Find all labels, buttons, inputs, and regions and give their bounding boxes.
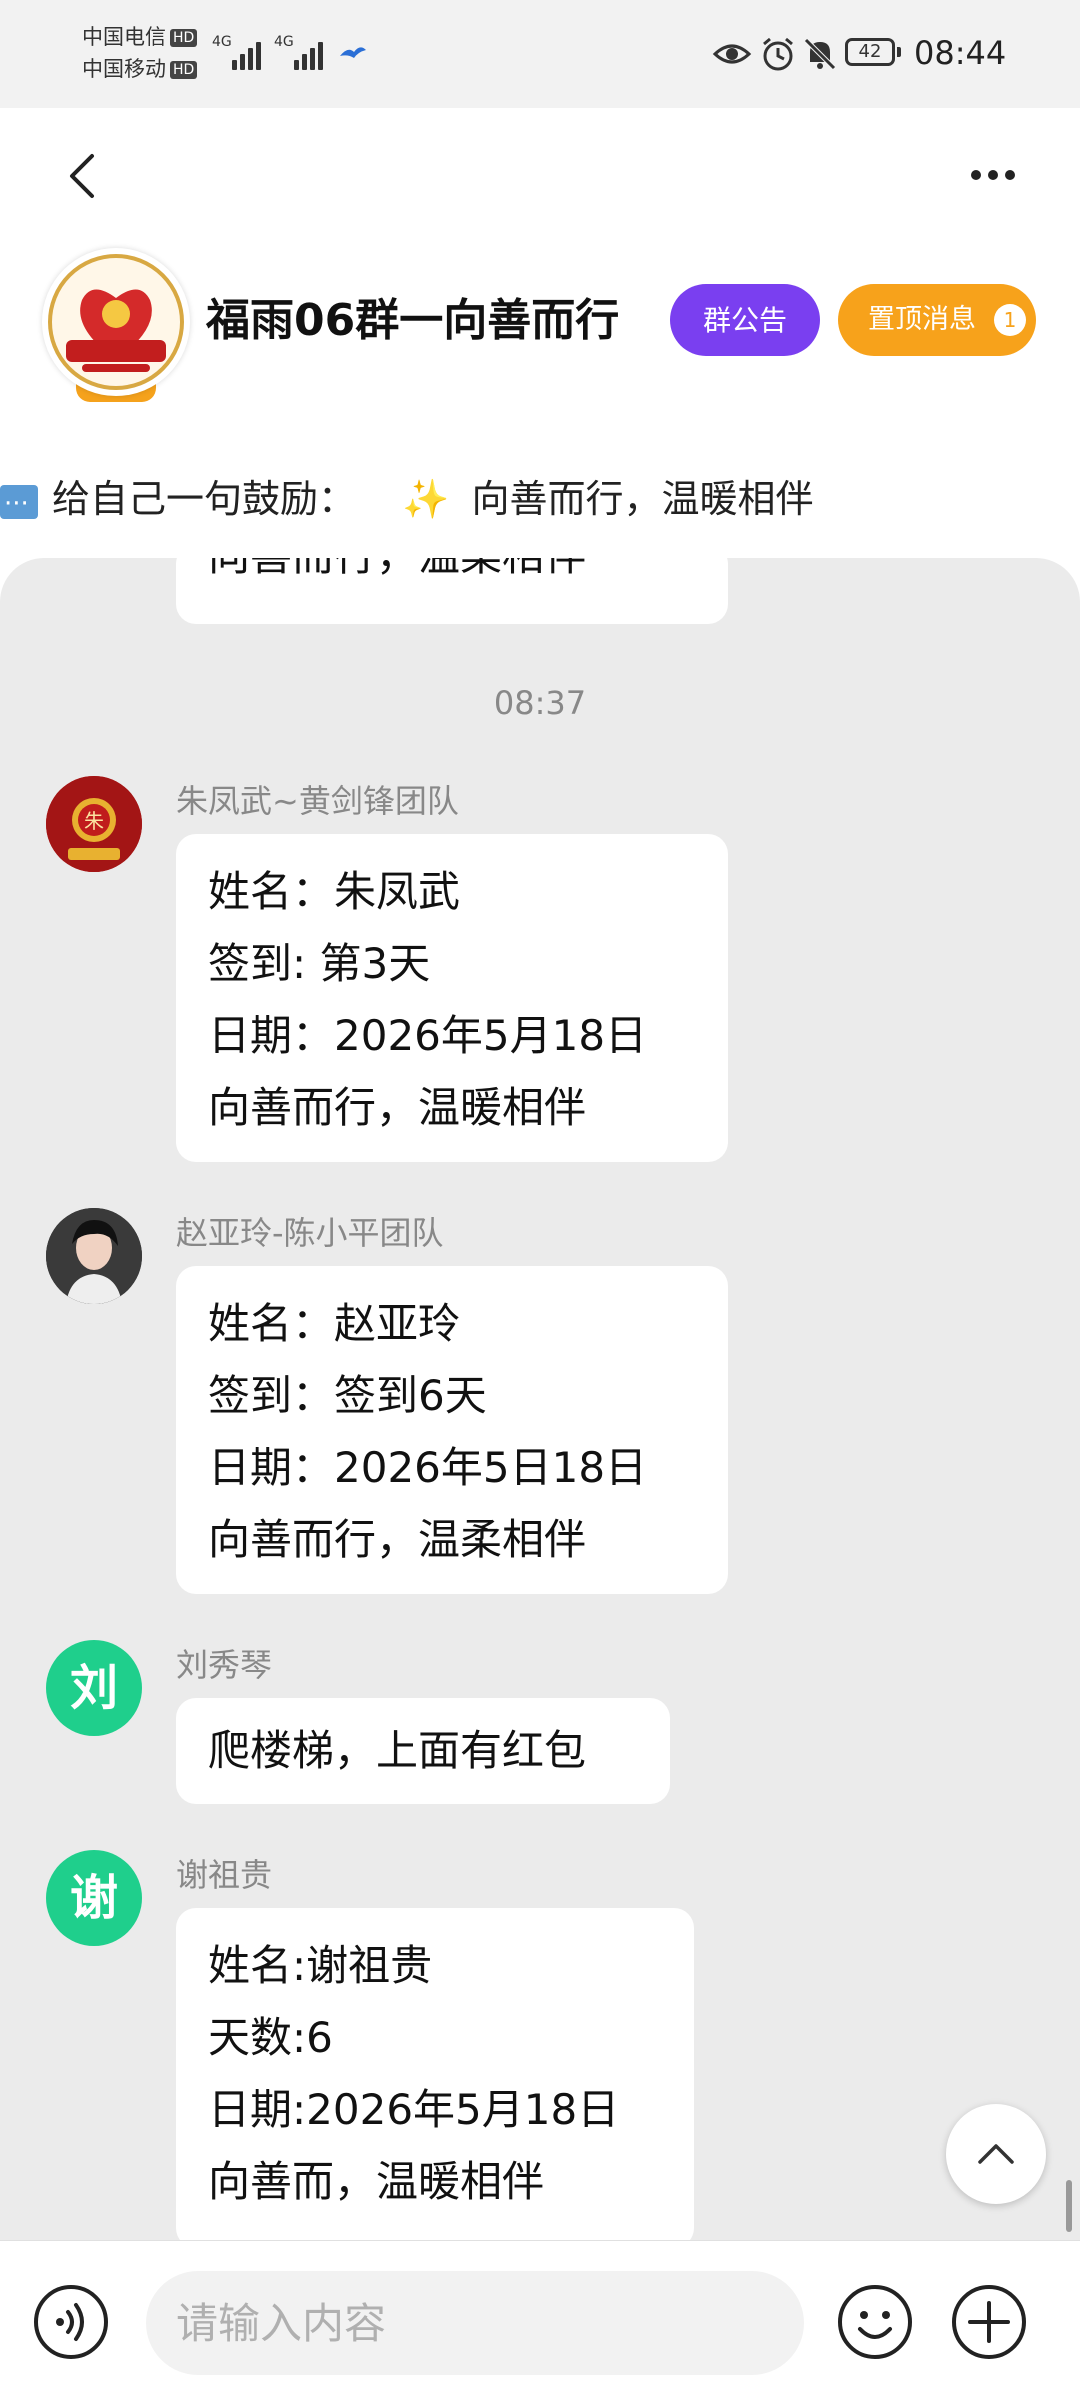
signal-2-icon <box>294 36 323 70</box>
emoji-icon[interactable] <box>836 2283 914 2361</box>
carrier-1: 中国电信 HD <box>82 24 198 50</box>
avatar[interactable]: 刘 <box>46 1640 142 1736</box>
avatar[interactable]: 谢 <box>46 1850 142 1946</box>
plus-icon[interactable] <box>950 2283 1028 2361</box>
back-arrow-icon[interactable] <box>62 150 102 202</box>
network-type-2: 4G <box>274 34 294 50</box>
network-type-1: 4G <box>212 34 232 50</box>
scroll-to-top-button[interactable] <box>946 2104 1046 2204</box>
battery-icon: 42 <box>845 38 901 66</box>
message-bubble[interactable]: 向善而行，温柔相伴 <box>176 558 728 624</box>
message-bubble[interactable]: 姓名：朱凤武 签到: 第3天 日期：2026年5月18日 向善而行，温暖相伴 <box>176 834 728 1162</box>
message-bubble[interactable]: 姓名：赵亚玲 签到：签到6天 日期：2026年5日18日 向善而行，温柔相伴 <box>176 1266 728 1594</box>
red-seal-avatar-icon: 朱 <box>46 776 142 872</box>
message-timestamp: 08:37 <box>493 684 587 722</box>
user-photo-icon <box>46 1208 142 1304</box>
pinned-count-badge: 1 <box>994 304 1026 336</box>
chat-bubble-icon <box>0 477 38 531</box>
group-logo-icon <box>48 254 184 390</box>
status-bar: 中国电信 HD 中国移动 HD 4G 4G 42 08:44 <box>0 0 1080 108</box>
mute-bell-icon <box>804 38 836 70</box>
message-bubble[interactable]: 姓名:谢祖贵 天数:6 日期:2026年5月18日 向善而，温暖相伴 <box>176 1908 694 2240</box>
message-bubble[interactable]: 爬楼梯，上面有红包 <box>176 1698 670 1804</box>
signal-1-icon <box>232 36 261 70</box>
sender-name: 赵亚玲-陈小平团队 <box>176 1214 444 1252</box>
clock: 08:44 <box>914 34 1007 72</box>
pinned-messages-label: 置顶消息 <box>868 304 976 335</box>
carrier-2: 中国移动 HD <box>82 56 198 82</box>
input-bar <box>0 2240 1080 2401</box>
scrollbar[interactable] <box>1066 2180 1072 2232</box>
group-avatar[interactable] <box>42 248 190 396</box>
avatar[interactable]: 朱 <box>46 776 142 872</box>
alarm-icon <box>763 37 793 71</box>
voice-icon[interactable] <box>32 2283 110 2361</box>
more-options-icon[interactable] <box>968 160 1018 190</box>
motto-text: 向善而行，温暖相伴 <box>471 477 814 521</box>
chevron-up-icon <box>978 2144 1014 2164</box>
pinned-messages-button[interactable]: 置顶消息 1 <box>838 284 1036 356</box>
sender-name: 刘秀琴 <box>176 1646 273 1684</box>
group-title: 福雨06群一向善而行 <box>206 295 620 346</box>
eye-icon <box>712 44 752 64</box>
group-notice-button[interactable]: 群公告 <box>670 284 820 356</box>
avatar[interactable] <box>46 1208 142 1304</box>
motto-banner: 给自己一句鼓励： ✨ 向善而行，温暖相伴 <box>0 472 1080 531</box>
sparkle-icon: ✨ <box>402 477 450 521</box>
message-input[interactable] <box>146 2271 804 2375</box>
motto-label: 给自己一句鼓励： <box>52 477 357 521</box>
bird-app-icon <box>340 47 366 58</box>
svg-text:朱: 朱 <box>84 809 104 833</box>
sender-name: 朱凤武~黄剑锋团队 <box>176 782 459 820</box>
chat-area[interactable]: 向善而行，温柔相伴 08:37 朱 朱凤武~黄剑锋团队 姓名：朱凤武 签到: 第… <box>0 558 1080 2240</box>
sender-name: 谢祖贵 <box>176 1856 273 1894</box>
